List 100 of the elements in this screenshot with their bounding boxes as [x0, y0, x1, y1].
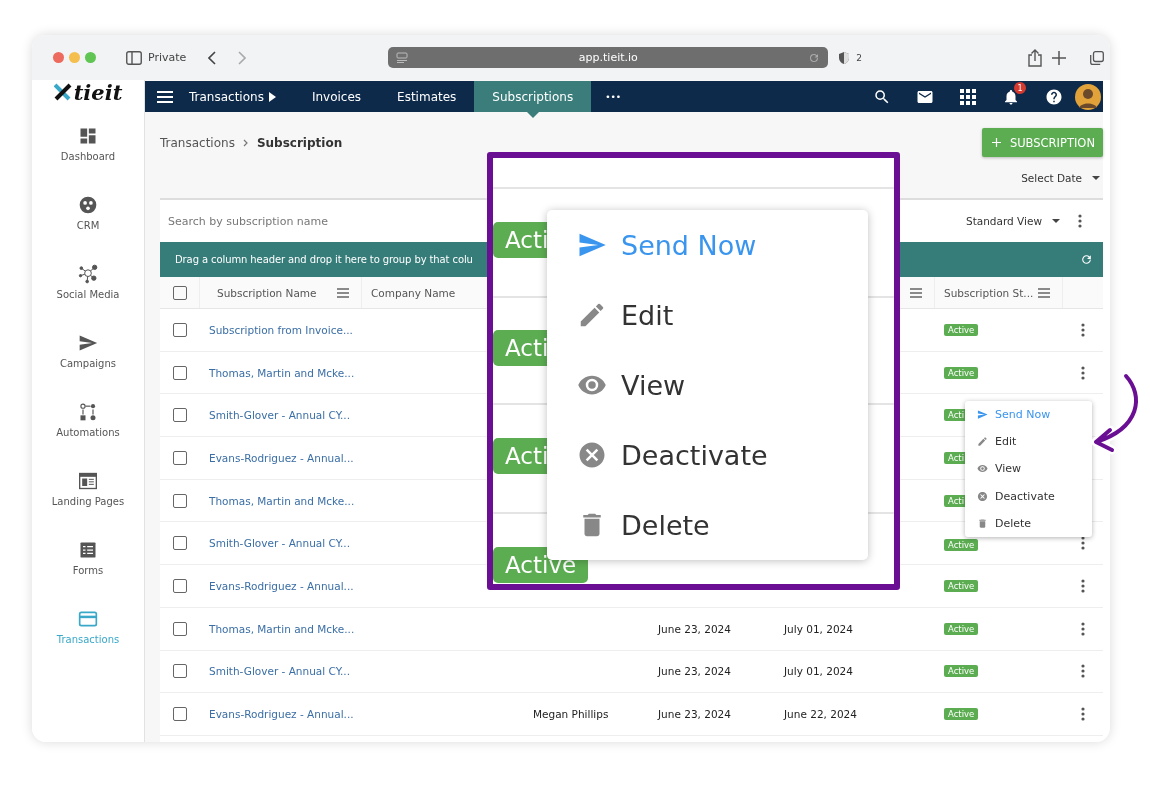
sidebar-item[interactable]: Landing Pages: [38, 471, 138, 522]
menu-icon[interactable]: [157, 90, 173, 103]
status-badge: Active: [944, 323, 979, 336]
checkbox[interactable]: [173, 536, 187, 551]
status-badge: Active: [944, 579, 979, 592]
sidebar-item[interactable]: Campaigns: [38, 333, 138, 384]
tabs-icon[interactable]: [1090, 50, 1104, 65]
column-menu-icon[interactable]: [1038, 287, 1050, 298]
status-badge: Active: [944, 665, 979, 678]
checkbox[interactable]: [173, 450, 187, 465]
subscription-link[interactable]: Smith-Glover - Annual CY...: [209, 409, 350, 422]
caret-icon: [1092, 176, 1100, 180]
shield-icon[interactable]: [838, 50, 851, 65]
cancel-icon: [577, 440, 607, 470]
crm-icon: [78, 195, 98, 215]
checkbox[interactable]: [173, 707, 187, 722]
nav-tab[interactable]: Invoices: [293, 81, 380, 112]
sidebar-item[interactable]: CRM: [38, 195, 138, 246]
send-icon: [977, 409, 988, 421]
tab-pointer-icon: [526, 112, 539, 118]
search-icon[interactable]: [872, 87, 891, 106]
table-cell: July 01, 2024: [784, 622, 853, 635]
column-menu-icon[interactable]: [337, 287, 349, 298]
workflow-icon: [78, 402, 98, 422]
column-header[interactable]: Company Name: [371, 286, 456, 299]
more-icon[interactable]: [1081, 621, 1085, 636]
help-icon[interactable]: [1044, 87, 1063, 106]
url-text: app.tieit.io: [577, 51, 639, 64]
column-header[interactable]: Subscription Name: [209, 286, 317, 299]
group-hint: Drag a column header and drop it here to group by that colu: [175, 254, 474, 265]
nav-tab[interactable]: •••: [591, 81, 640, 112]
caret-icon: [268, 91, 276, 102]
subscription-link[interactable]: Evans-Rodriguez - Annual...: [209, 708, 354, 721]
subscription-link[interactable]: Smith-Glover - Annual CY...: [209, 665, 350, 678]
subscription-link[interactable]: Evans-Rodriguez - Annual...: [209, 451, 354, 464]
form-icon: [78, 540, 98, 560]
private-label: Private: [148, 51, 187, 64]
webpage-icon: [78, 471, 98, 491]
view-select[interactable]: Standard View: [965, 215, 1060, 227]
more-icon[interactable]: [1081, 664, 1085, 679]
address-bar[interactable]: app.tieit.io: [388, 47, 829, 68]
notification-badge: 1: [1014, 82, 1026, 94]
close-icon[interactable]: [53, 52, 64, 63]
share-icon[interactable]: [1028, 48, 1042, 67]
more-icon[interactable]: [1078, 214, 1082, 228]
dashboard-icon: [78, 126, 98, 146]
subscription-link[interactable]: Thomas, Martin and Mcke...: [209, 494, 355, 507]
checkbox[interactable]: [172, 285, 187, 300]
breadcrumb-current: Subscription: [256, 135, 343, 150]
sidebar-item[interactable]: Dashboard: [38, 126, 138, 177]
breadcrumb-link[interactable]: Transactions: [160, 135, 235, 150]
credit-card-icon: [78, 609, 98, 629]
date-select[interactable]: Select Date: [1021, 167, 1100, 189]
sidebar-icon[interactable]: [126, 50, 142, 65]
cancel-icon: [977, 490, 988, 502]
table-cell: Megan Phillips: [533, 708, 609, 721]
subscription-link[interactable]: Thomas, Martin and Mcke...: [209, 366, 355, 379]
plus-icon: [991, 138, 1001, 147]
more-icon[interactable]: [1081, 707, 1085, 722]
checkbox[interactable]: [173, 408, 187, 423]
subscription-link[interactable]: Subscription from Invoice...: [209, 323, 353, 336]
more-icon[interactable]: [1081, 578, 1085, 593]
more-icon[interactable]: [1081, 365, 1085, 380]
checkbox[interactable]: [173, 578, 187, 593]
status-badge: Active: [944, 366, 979, 379]
page-icon: [396, 51, 409, 64]
subscription-link[interactable]: Smith-Glover - Annual CY...: [209, 537, 350, 550]
refresh-icon[interactable]: [1080, 253, 1093, 266]
subscription-link[interactable]: Evans-Rodriguez - Annual...: [209, 579, 354, 592]
nav-tab[interactable]: Estimates: [379, 81, 475, 112]
new-tab-icon[interactable]: [1052, 50, 1066, 65]
chevron-icon: [242, 138, 249, 147]
table-cell: July 01, 2024: [784, 665, 853, 678]
sidebar-item[interactable]: Automations: [38, 402, 138, 453]
eye-icon: [977, 463, 988, 475]
checkbox[interactable]: [173, 365, 187, 380]
column-header[interactable]: Subscription St...: [944, 286, 1034, 299]
tracker-count: 2: [856, 52, 863, 63]
trash-icon: [977, 517, 988, 529]
table-cell: June 23, 2024: [658, 665, 731, 678]
more-icon[interactable]: [1081, 322, 1085, 337]
logo-icon: [53, 83, 72, 101]
back-icon[interactable]: [208, 50, 217, 65]
checkbox[interactable]: [173, 621, 187, 636]
checkbox[interactable]: [173, 493, 187, 508]
column-menu-icon[interactable]: [910, 287, 922, 298]
pencil-icon: [977, 436, 988, 448]
avatar-icon[interactable]: [1075, 83, 1101, 110]
apps-icon[interactable]: [959, 88, 976, 105]
subscription-link[interactable]: Thomas, Martin and Mcke...: [209, 622, 355, 635]
nav-tab[interactable]: Transactions: [189, 81, 294, 112]
send-icon: [78, 333, 98, 353]
table-cell: June 23, 2024: [658, 708, 731, 721]
sidebar-item[interactable]: Social Media: [38, 264, 138, 315]
table-cell: June 22, 2024: [784, 708, 857, 721]
checkbox[interactable]: [173, 322, 187, 337]
network-icon: [78, 264, 98, 284]
checkbox[interactable]: [173, 664, 187, 679]
menu-item[interactable]: Delete: [965, 509, 1092, 537]
sidebar-item[interactable]: Forms: [38, 540, 138, 591]
